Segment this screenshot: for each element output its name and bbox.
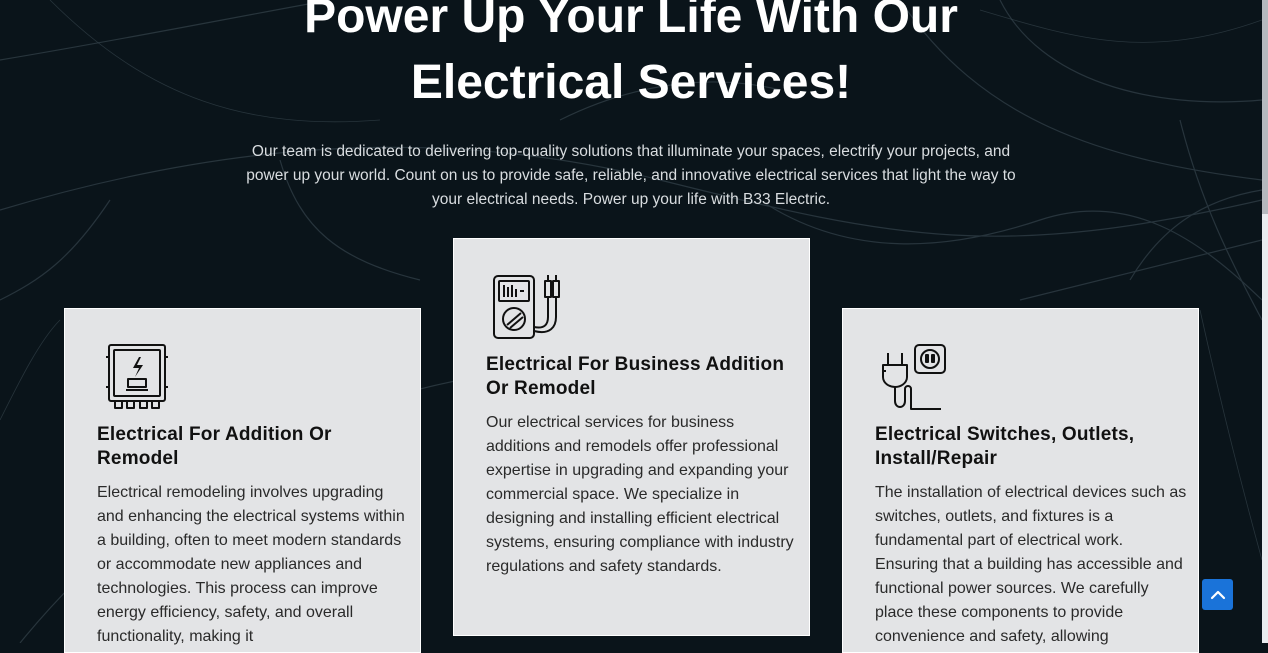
card-title: Electrical For Business Addition Or Remo… bbox=[486, 354, 785, 399]
service-card-business-remodel: Electrical For Business Addition Or Remo… bbox=[453, 238, 810, 636]
card-title: Electrical For Addition Or Remodel bbox=[97, 424, 332, 469]
card-text: The installation of electrical devices s… bbox=[875, 484, 1187, 645]
multimeter-icon bbox=[493, 275, 560, 339]
card-title: Electrical Switches, Outlets, Install/Re… bbox=[875, 424, 1135, 469]
scrollbar-thumb[interactable] bbox=[1262, 0, 1268, 214]
back-to-top-button[interactable] bbox=[1202, 579, 1233, 610]
hero-title-line-1: Power Up Your Life With Our bbox=[304, 0, 958, 43]
hero-description: Our team is dedicated to delivering top-… bbox=[246, 143, 1016, 208]
service-card-addition-remodel: Electrical For Addition Or Remodel Elect… bbox=[64, 308, 421, 653]
card-text: Our electrical services for business add… bbox=[486, 414, 794, 575]
electrical-panel-icon bbox=[106, 344, 168, 409]
hero-title: Power Up Your Life With Our Electrical S… bbox=[0, 0, 1262, 116]
card-text: Electrical remodeling involves upgrading… bbox=[97, 484, 405, 645]
scrollbar-track[interactable] bbox=[1262, 0, 1268, 643]
plug-outlet-icon bbox=[882, 344, 946, 410]
service-card-switches-outlets: Electrical Switches, Outlets, Install/Re… bbox=[842, 308, 1199, 653]
chevron-up-icon bbox=[1210, 590, 1225, 599]
hero-title-line-2: Electrical Services! bbox=[410, 56, 852, 109]
